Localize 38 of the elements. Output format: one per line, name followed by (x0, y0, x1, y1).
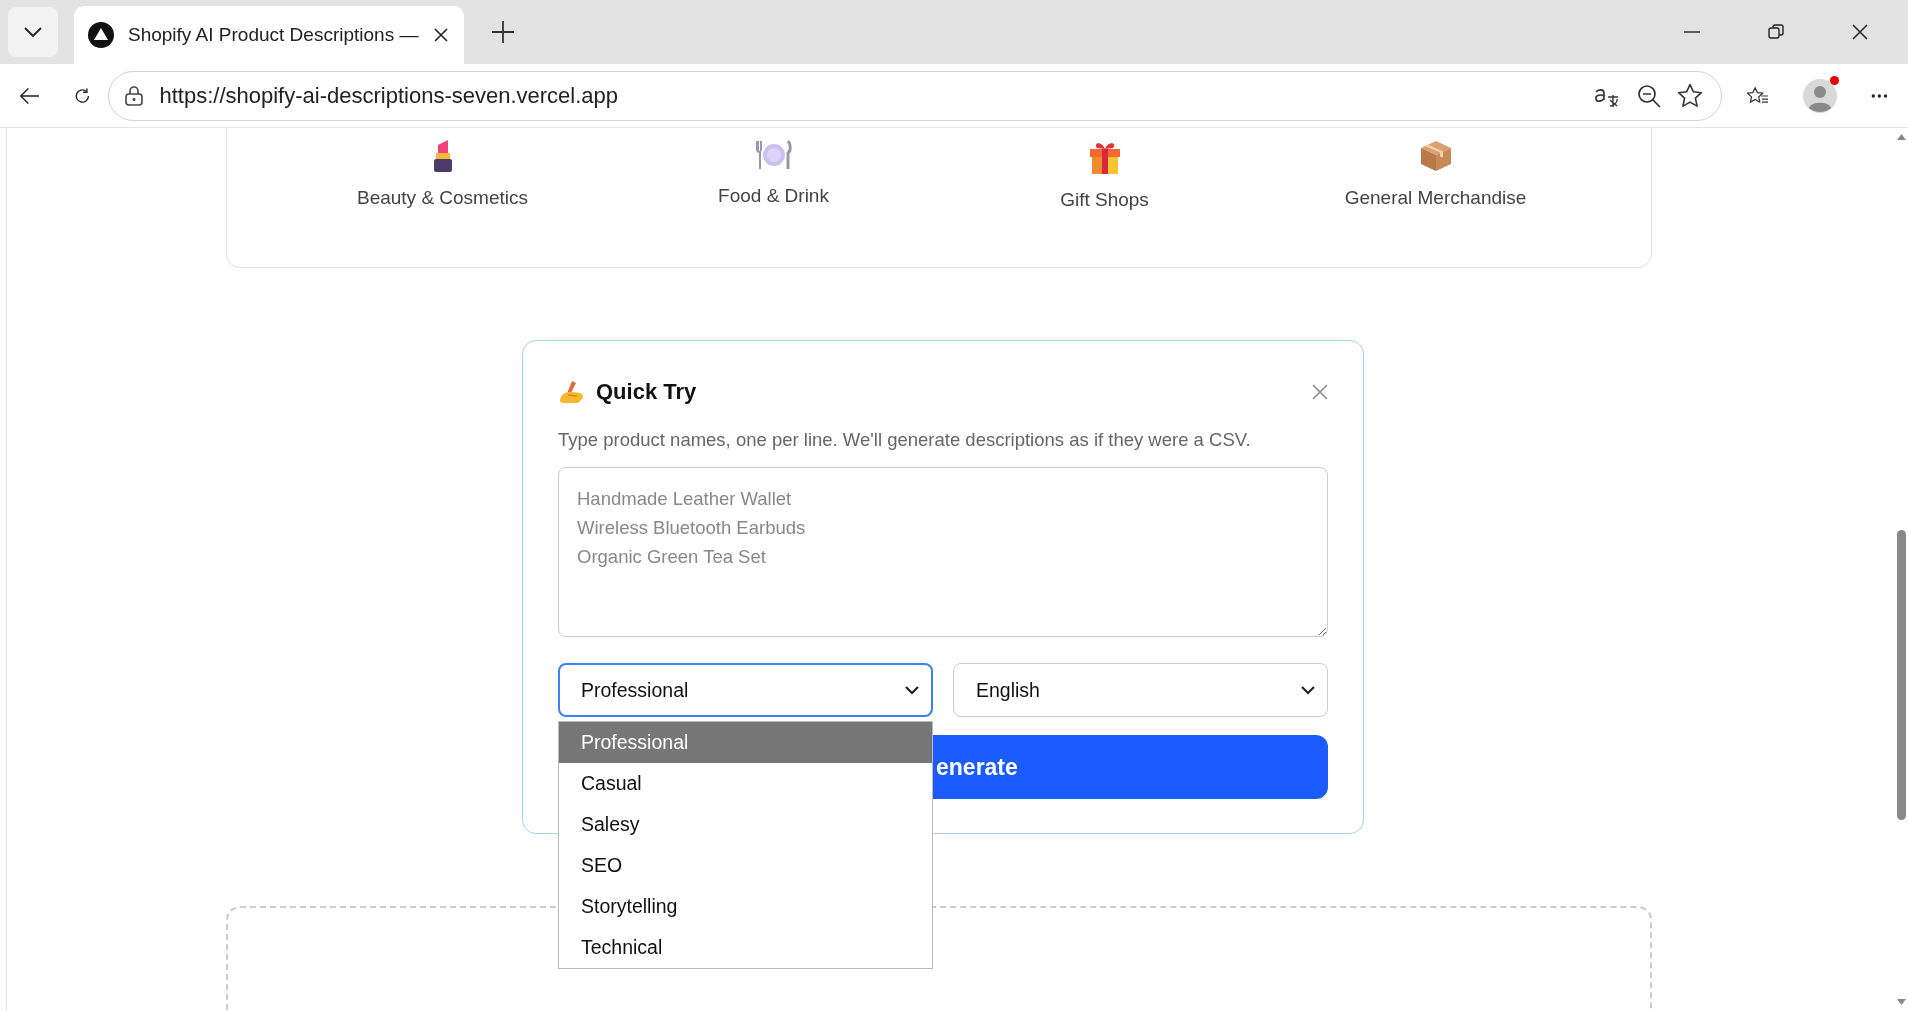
address-bar[interactable]: https://shopify-ai-descriptions-seven.vercel.app (108, 70, 1723, 121)
category-label: General Merchandise (1344, 187, 1527, 209)
dropdown-option[interactable]: SEO (559, 845, 932, 886)
browser-tab[interactable]: Shopify AI Product Descriptions — (74, 6, 464, 64)
star-icon[interactable] (1677, 83, 1704, 108)
tab-title: Shopify AI Product Descriptions — (128, 24, 420, 46)
lock-icon (125, 85, 144, 106)
package-icon (1418, 139, 1453, 173)
triangle-logo-icon (88, 22, 114, 48)
person-icon (1803, 78, 1838, 113)
dropdown-option[interactable]: Salesy (559, 804, 932, 845)
scroll-up-icon[interactable] (1897, 134, 1906, 140)
card-description: Type product names, one per line. We'll generate descriptions as if they were a CSV. (558, 429, 1252, 451)
language-select[interactable]: English (953, 663, 1328, 717)
close-icon[interactable] (434, 28, 448, 42)
plate-icon (754, 139, 793, 171)
restore-icon[interactable] (1768, 24, 1784, 40)
dropdown-option[interactable]: Technical (559, 927, 932, 968)
chevron-down-icon (1301, 685, 1315, 695)
category-label: Gift Shops (1060, 189, 1149, 211)
url-text: https://shopify-ai-descriptions-seven.vercel.app (159, 82, 619, 109)
dropdown-option[interactable]: Storytelling (559, 886, 932, 927)
chevron-down-icon (24, 27, 42, 37)
plus-icon[interactable] (492, 21, 514, 43)
dropdown-option[interactable]: Professional (559, 722, 932, 763)
writing-hand-icon (558, 379, 586, 405)
profile-avatar[interactable] (1803, 78, 1838, 113)
scrollbar-thumb[interactable] (1897, 530, 1906, 820)
category-label: Food & Drink (718, 185, 829, 207)
product-names-field[interactable]: Handmade Leather Wallet Wireless Bluetooth Earbuds Organic Green Tea Set (558, 467, 1328, 637)
card-title: Quick Try (596, 379, 697, 405)
close-icon[interactable] (1852, 24, 1868, 40)
more-icon[interactable] (1871, 92, 1888, 99)
category-label: Beauty & Cosmetics (356, 187, 529, 209)
zoom-out-icon[interactable] (1637, 83, 1662, 108)
tone-select[interactable]: Professional (558, 663, 933, 717)
scroll-down-icon[interactable] (1897, 999, 1906, 1005)
chevron-down-icon (905, 685, 919, 695)
